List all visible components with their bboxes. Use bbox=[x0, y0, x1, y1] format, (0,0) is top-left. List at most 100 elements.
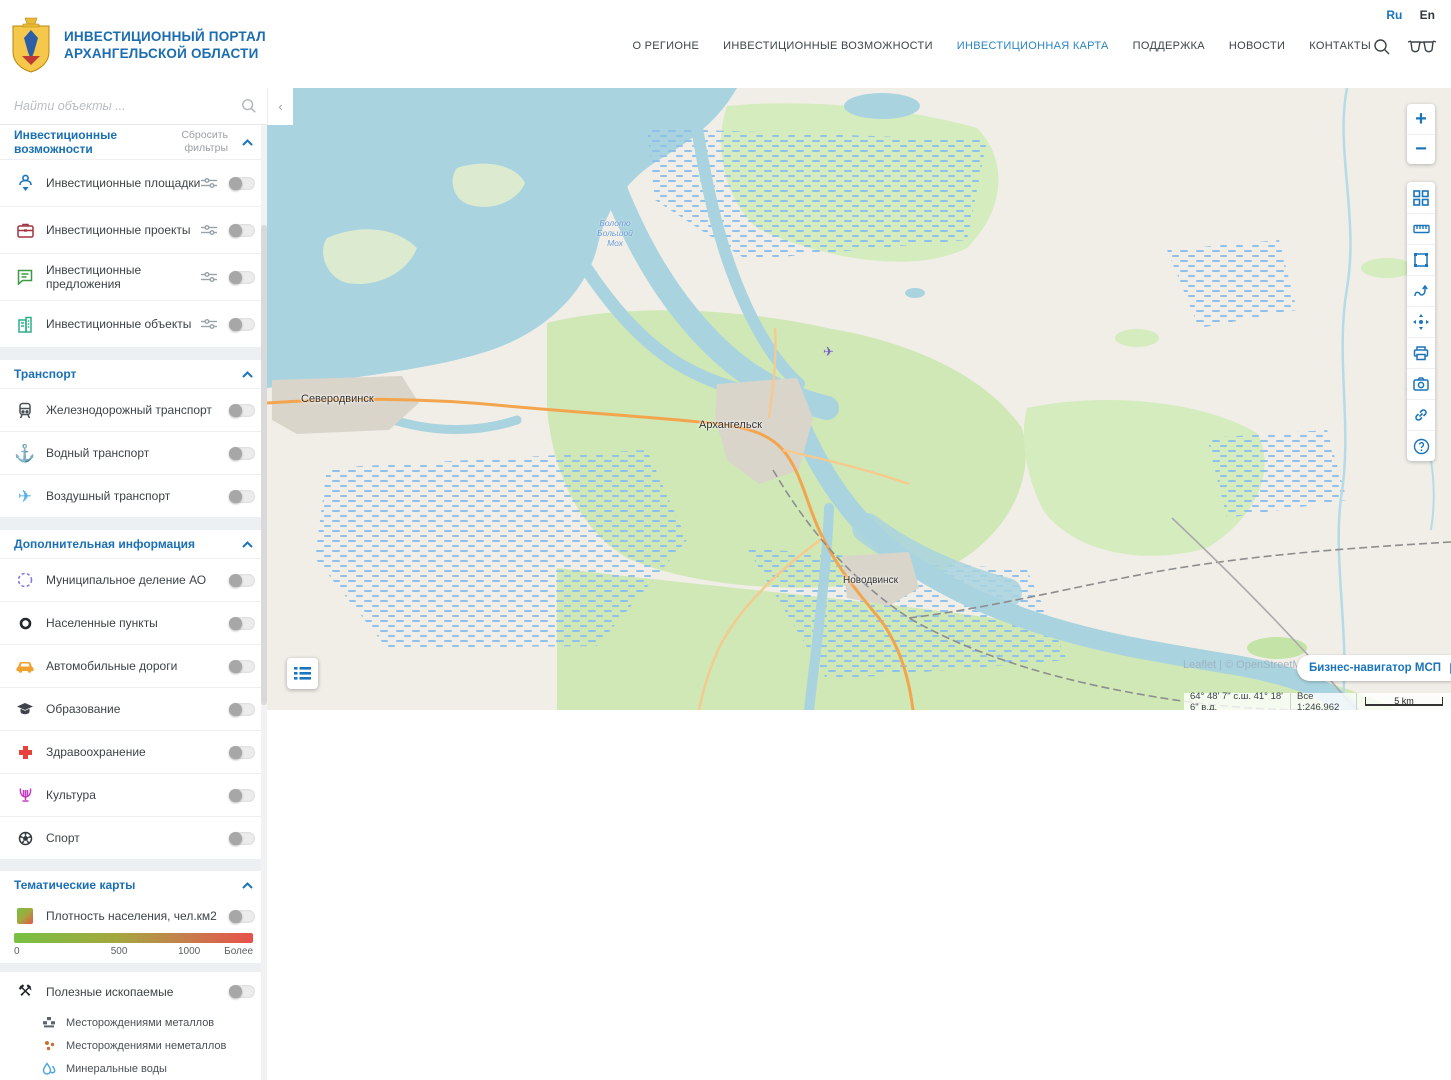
chevron-up-icon[interactable] bbox=[242, 139, 253, 146]
layer-row-population-density[interactable]: Плотность населения, чел.км2 bbox=[0, 899, 267, 933]
search-icon[interactable] bbox=[241, 98, 257, 114]
map-canvas[interactable]: Северодвинск Архангельск Новодвинск Боло… bbox=[267, 88, 1451, 710]
reset-filters-link[interactable]: Сброситьфильтры bbox=[181, 129, 228, 155]
layer-toggle[interactable] bbox=[229, 490, 255, 503]
zoom-controls: + − bbox=[1407, 104, 1435, 164]
select-area-icon[interactable] bbox=[1407, 244, 1435, 275]
pan-icon[interactable] bbox=[1407, 306, 1435, 337]
filter-sliders-icon[interactable] bbox=[201, 318, 217, 330]
lang-ru[interactable]: Ru bbox=[1386, 8, 1402, 22]
nonmetal-deposit-icon bbox=[40, 1040, 58, 1051]
nav-support[interactable]: ПОДДЕРЖКА bbox=[1133, 40, 1205, 52]
layer-toggle[interactable] bbox=[229, 746, 255, 759]
subrow-metal-deposits[interactable]: Месторождениями металлов bbox=[0, 1011, 267, 1034]
layer-toggle[interactable] bbox=[229, 404, 255, 417]
filter-sliders-icon[interactable] bbox=[201, 224, 217, 236]
filter-sliders-icon[interactable] bbox=[201, 177, 217, 189]
layer-toggle[interactable] bbox=[229, 910, 255, 923]
layer-toggle[interactable] bbox=[229, 177, 255, 190]
section-additional-info: Дополнительная информация bbox=[0, 530, 267, 558]
layer-toggle[interactable] bbox=[229, 447, 255, 460]
chevron-up-icon[interactable] bbox=[242, 371, 253, 378]
subrow-label: Минеральные воды bbox=[66, 1063, 267, 1075]
search-icon[interactable] bbox=[1373, 38, 1391, 61]
layer-label: Культура bbox=[46, 788, 229, 802]
layer-row-invest-offers[interactable]: Инвестиционные предложения bbox=[0, 253, 267, 300]
layer-row-air-transport[interactable]: ✈ Воздушный транспорт bbox=[0, 474, 267, 517]
nav-contacts[interactable]: КОНТАКТЫ bbox=[1309, 40, 1371, 52]
layers-sidebar: Инвестиционные возможности Сброситьфильт… bbox=[0, 88, 267, 1080]
map-label-severodvinsk: Северодвинск bbox=[301, 393, 374, 405]
sidebar-scrollbar[interactable] bbox=[261, 125, 267, 1080]
nav-invest-opportunities[interactable]: ИНВЕСТИЦИОННЫЕ ВОЗМОЖНОСТИ bbox=[723, 40, 933, 52]
layer-row-healthcare[interactable]: Здравоохранение bbox=[0, 730, 267, 773]
sidebar-collapse-button[interactable]: ‹ bbox=[267, 88, 293, 125]
layer-row-settlements[interactable]: Населенные пункты bbox=[0, 601, 267, 644]
map-attribution[interactable]: Leaflet | © OpenStreetMap bbox=[1183, 659, 1314, 671]
layer-toggle[interactable] bbox=[229, 832, 255, 845]
subrow-label: Месторождениями неметаллов bbox=[66, 1040, 267, 1052]
layer-label: Инвестиционные объекты bbox=[46, 317, 201, 331]
layer-toggle[interactable] bbox=[229, 660, 255, 673]
car-icon bbox=[14, 660, 36, 673]
main-nav: О РЕГИОНЕ ИНВЕСТИЦИОННЫЕ ВОЗМОЖНОСТИ ИНВ… bbox=[632, 40, 1371, 52]
nav-news[interactable]: НОВОСТИ bbox=[1229, 40, 1285, 52]
layer-toggle[interactable] bbox=[229, 271, 255, 284]
layer-label: Автомобильные дороги bbox=[46, 659, 229, 673]
plane-icon: ✈ bbox=[14, 488, 36, 505]
layer-row-invest-objects[interactable]: Инвестиционные объекты bbox=[0, 300, 267, 347]
zoom-out-button[interactable]: − bbox=[1407, 134, 1435, 164]
layer-label: Инвестиционные проекты bbox=[46, 223, 201, 237]
share-link-icon[interactable] bbox=[1407, 399, 1435, 430]
layer-toggle[interactable] bbox=[229, 318, 255, 331]
lang-en[interactable]: En bbox=[1420, 8, 1435, 22]
layer-label: Образование bbox=[46, 702, 229, 716]
crossed-hammers-icon: ⚒ bbox=[14, 984, 36, 1000]
layer-row-roads[interactable]: Автомобильные дороги bbox=[0, 644, 267, 687]
filter-sliders-icon[interactable] bbox=[201, 271, 217, 283]
subrow-nonmetal-deposits[interactable]: Месторождениями неметаллов bbox=[0, 1034, 267, 1057]
ruler-icon[interactable] bbox=[1407, 213, 1435, 244]
layer-toggle[interactable] bbox=[229, 789, 255, 802]
print-icon[interactable] bbox=[1407, 337, 1435, 368]
section-title: Дополнительная информация bbox=[14, 537, 242, 551]
layer-row-sport[interactable]: Спорт bbox=[0, 816, 267, 859]
brand[interactable]: ИНВЕСТИЦИОННЫЙ ПОРТАЛ АРХАНГЕЛЬСКОЙ ОБЛА… bbox=[10, 16, 266, 74]
layer-toggle[interactable] bbox=[229, 985, 255, 998]
medical-cross-icon bbox=[14, 745, 36, 760]
nav-about-region[interactable]: О РЕГИОНЕ bbox=[632, 40, 699, 52]
measure-route-icon[interactable] bbox=[1407, 275, 1435, 306]
layer-row-invest-sites[interactable]: Инвестиционные площадки bbox=[0, 159, 267, 206]
section-title: Транспорт bbox=[14, 367, 242, 381]
lyre-icon bbox=[14, 787, 36, 803]
header: ИНВЕСТИЦИОННЫЙ ПОРТАЛ АРХАНГЕЛЬСКОЙ ОБЛА… bbox=[0, 0, 1451, 88]
layer-toggle[interactable] bbox=[229, 617, 255, 630]
section-title: Тематические карты bbox=[14, 878, 242, 892]
layer-row-water-transport[interactable]: ⚓ Водный транспорт bbox=[0, 431, 267, 474]
chevron-up-icon[interactable] bbox=[242, 882, 253, 889]
layer-row-invest-projects[interactable]: Инвестиционные проекты bbox=[0, 206, 267, 253]
screenshot-camera-icon[interactable] bbox=[1407, 368, 1435, 399]
subrow-label: Месторождениями металлов bbox=[66, 1017, 267, 1029]
search-input[interactable] bbox=[14, 99, 241, 113]
layer-row-culture[interactable]: Культура bbox=[0, 773, 267, 816]
layer-toggle[interactable] bbox=[229, 224, 255, 237]
layer-toggle[interactable] bbox=[229, 574, 255, 587]
list-icon bbox=[294, 666, 311, 681]
accessibility-glasses-icon[interactable] bbox=[1407, 38, 1437, 61]
nav-invest-map[interactable]: ИНВЕСТИЦИОННАЯ КАРТА bbox=[957, 40, 1109, 52]
legend-list-button[interactable] bbox=[287, 658, 318, 689]
subrow-mineral-waters[interactable]: Минеральные воды bbox=[0, 1057, 267, 1080]
map-scale-text[interactable]: Все 1:246,962 bbox=[1290, 693, 1356, 710]
layers-icon[interactable] bbox=[1407, 182, 1435, 213]
zoom-in-button[interactable]: + bbox=[1407, 104, 1435, 134]
layer-row-municipal-division[interactable]: Муниципальное деление АО bbox=[0, 558, 267, 601]
section-thematic-maps: Тематические карты bbox=[0, 871, 267, 899]
layer-toggle[interactable] bbox=[229, 703, 255, 716]
business-navigator-button[interactable]: Бизнес-навигатор МСП bbox=[1297, 655, 1451, 681]
layer-row-education[interactable]: Образование bbox=[0, 687, 267, 730]
help-icon[interactable] bbox=[1407, 430, 1435, 461]
layer-row-minerals[interactable]: ⚒ Полезные ископаемые bbox=[0, 971, 267, 1011]
chevron-up-icon[interactable] bbox=[242, 541, 253, 548]
layer-row-rail-transport[interactable]: Железнодорожный транспорт bbox=[0, 388, 267, 431]
